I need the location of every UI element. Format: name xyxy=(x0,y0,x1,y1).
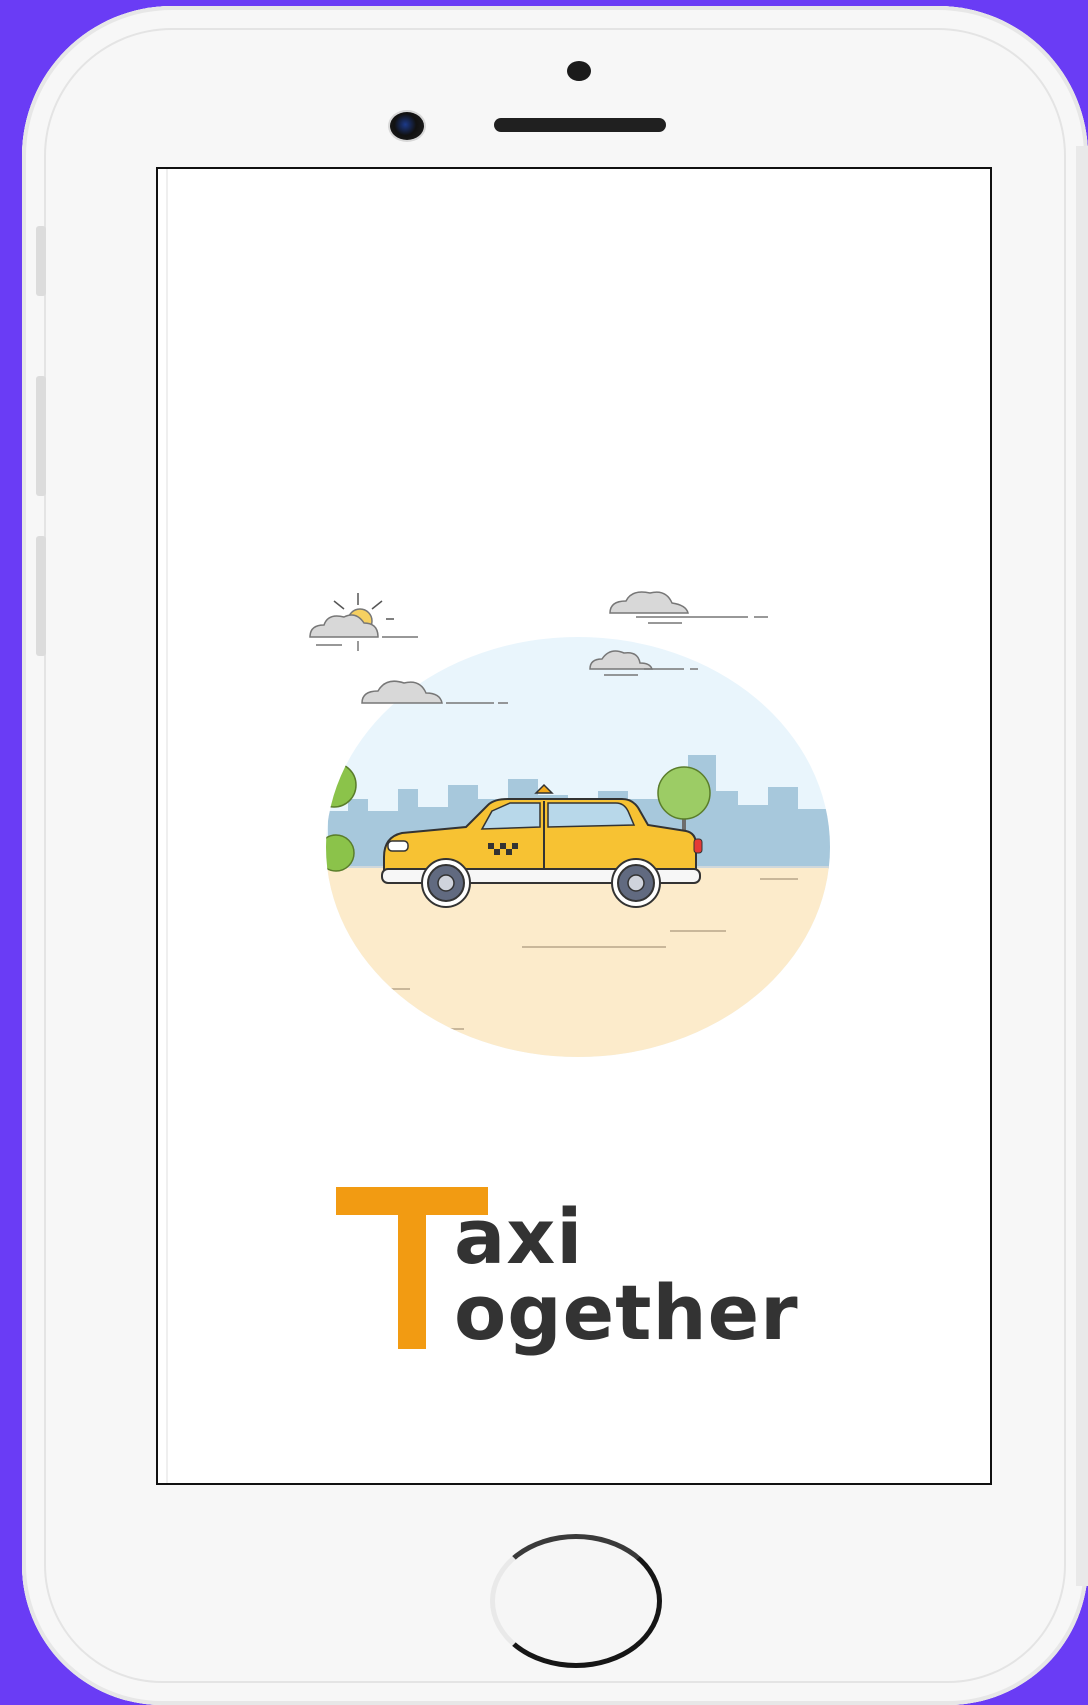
splash-screen: axi ogether xyxy=(156,167,992,1485)
volume-up-button xyxy=(36,376,46,496)
volume-down-button xyxy=(36,536,46,656)
proximity-sensor xyxy=(567,61,591,81)
home-button[interactable] xyxy=(490,1534,662,1668)
phone-right-edge xyxy=(1076,146,1088,1586)
cloud-icon xyxy=(609,591,768,624)
phone-frame: axi ogether xyxy=(22,6,1088,1705)
logo-t-stem xyxy=(398,1187,426,1349)
logo-line-2: ogether xyxy=(454,1268,799,1357)
app-logo: axi ogether xyxy=(336,1187,836,1367)
mute-switch xyxy=(36,226,46,296)
speaker-grille xyxy=(494,118,666,132)
screen-edge xyxy=(166,169,168,1483)
taxi-city-illustration-icon xyxy=(309,591,830,1057)
stage: axi ogether xyxy=(0,0,1088,1705)
camera-icon xyxy=(390,112,424,140)
logo-line-1: axi xyxy=(454,1192,584,1281)
